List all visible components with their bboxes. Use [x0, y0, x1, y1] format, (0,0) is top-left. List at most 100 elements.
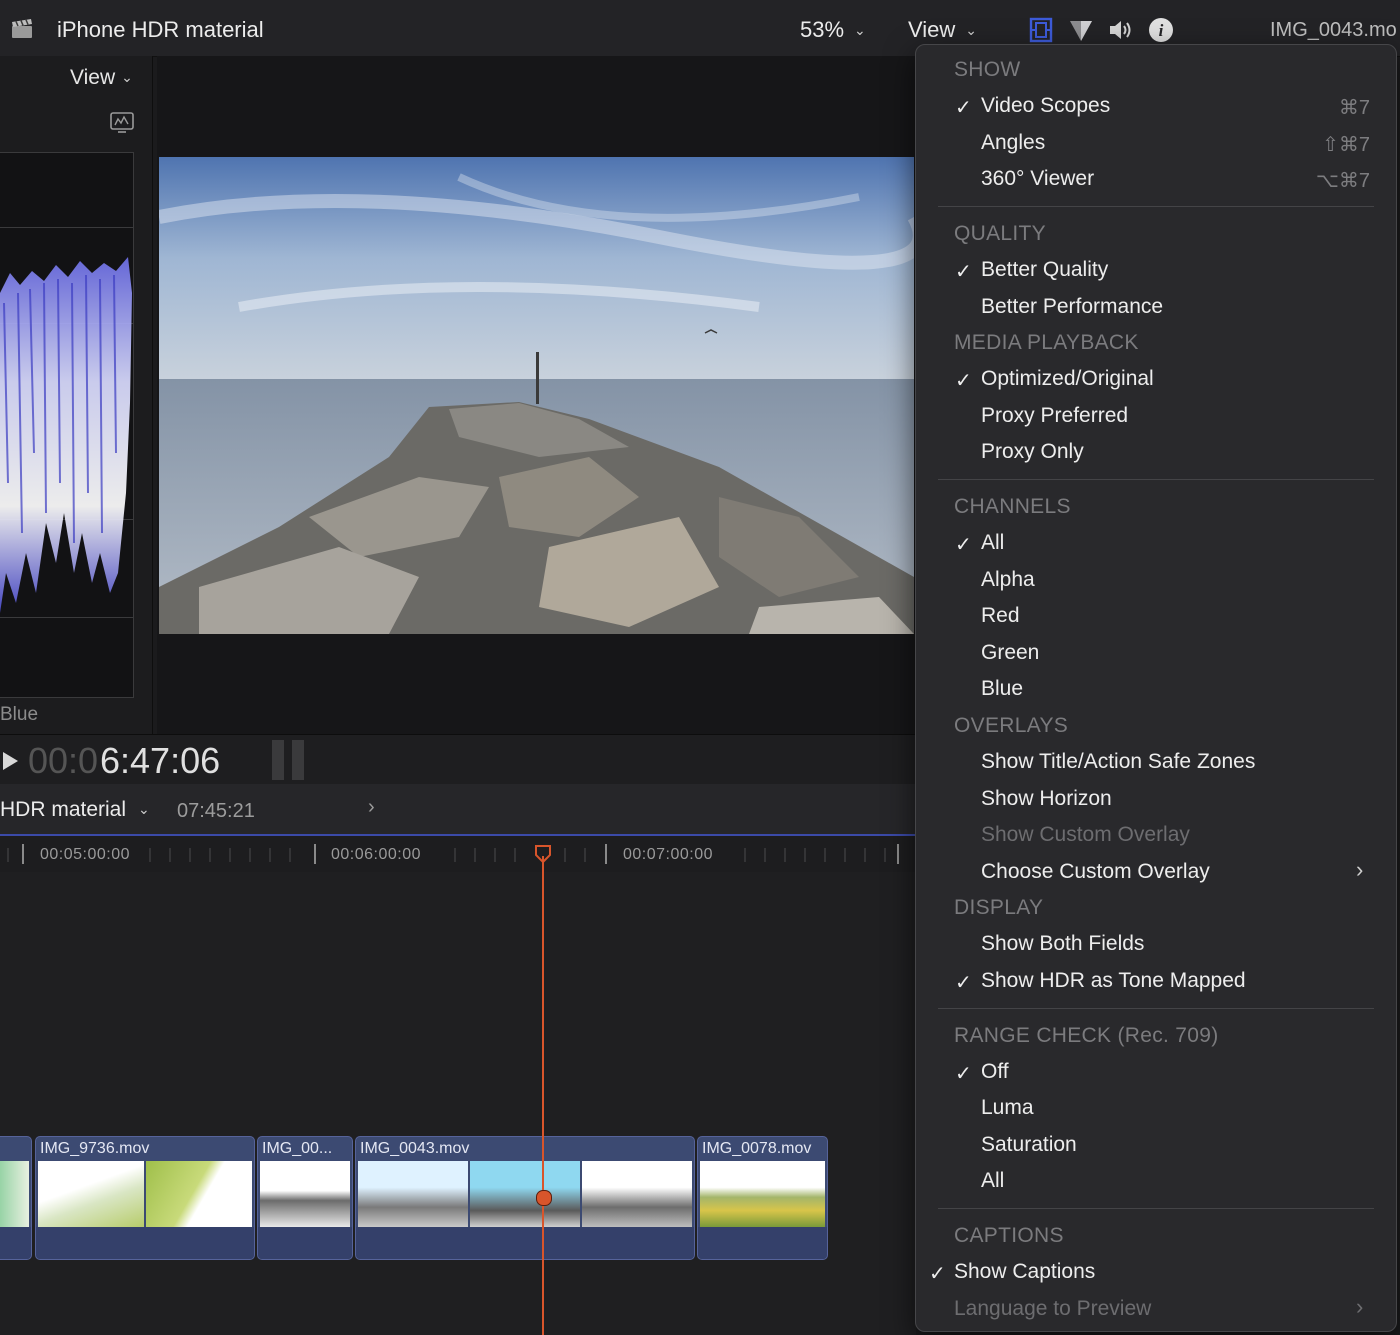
- menu-item-channel-red[interactable]: Red: [981, 604, 1020, 628]
- timeline-clip[interactable]: IMG_9736.mov: [35, 1136, 255, 1260]
- info-icon[interactable]: i: [1148, 17, 1174, 43]
- chevron-down-icon: ⌄: [138, 801, 150, 817]
- timeline-clip[interactable]: [0, 1136, 32, 1260]
- menu-item-hdr-tone-mapped[interactable]: Show HDR as Tone Mapped: [981, 969, 1246, 993]
- menu-item-proxy-only[interactable]: Proxy Only: [981, 440, 1084, 464]
- timeline-duration: 07:45:21: [177, 800, 255, 822]
- menu-section-quality: QUALITY: [954, 222, 1046, 245]
- scope-channel-label: Blue: [0, 704, 39, 725]
- audio-waveform: [356, 1227, 694, 1259]
- timeline-project-menu[interactable]: HDR material ⌄: [0, 798, 150, 822]
- checkmark-icon: ✓: [955, 261, 972, 283]
- clip-thumbnail: [260, 1161, 350, 1227]
- menu-item-better-quality[interactable]: Better Quality: [981, 258, 1108, 282]
- menu-item-proxy-preferred[interactable]: Proxy Preferred: [981, 404, 1128, 428]
- menu-separator: [938, 206, 1374, 207]
- checkmark-icon: ✓: [955, 370, 972, 392]
- menu-item-show-both-fields[interactable]: Show Both Fields: [981, 932, 1144, 956]
- zoom-menu[interactable]: 53% ⌄: [800, 17, 866, 43]
- audio-waveform: [698, 1227, 827, 1259]
- ruler-label: 00:07:00:00: [623, 846, 714, 863]
- menu-item-360-viewer[interactable]: 360° Viewer: [981, 167, 1094, 191]
- jetty-image: [159, 157, 914, 634]
- clapperboard-icon[interactable]: [10, 19, 34, 39]
- menu-section-display: DISPLAY: [954, 896, 1044, 919]
- clip-thumbnails: [38, 1161, 252, 1227]
- chevron-right-icon: ›: [1356, 1294, 1364, 1319]
- menu-item-optimized-original[interactable]: Optimized/Original: [981, 367, 1154, 391]
- clip-name-label: IMG_0043.mo: [1270, 19, 1397, 41]
- clip-name: IMG_9736.mov: [40, 1140, 150, 1157]
- timeline-area[interactable]: [0, 872, 916, 1335]
- clip-thumbnail: [0, 1161, 29, 1227]
- checkmark-icon: ✓: [955, 97, 972, 119]
- chevron-right-icon: ›: [1356, 857, 1364, 882]
- menu-item-range-luma[interactable]: Luma: [981, 1096, 1034, 1120]
- menu-item-show-custom-overlay: Show Custom Overlay: [981, 823, 1190, 846]
- checkmark-icon: ✓: [929, 1263, 946, 1285]
- clip-thumbnails: [260, 1161, 350, 1227]
- chevron-right-icon[interactable]: ›: [368, 796, 375, 819]
- timeline-clip[interactable]: IMG_00...: [257, 1136, 353, 1260]
- menu-section-show: SHOW: [954, 58, 1021, 81]
- menu-separator: [938, 1008, 1374, 1009]
- menu-item-video-scopes[interactable]: Video Scopes: [981, 94, 1110, 118]
- playhead[interactable]: [542, 856, 544, 1335]
- playhead-handle-icon[interactable]: [535, 845, 551, 863]
- menu-item-angles[interactable]: Angles: [981, 131, 1045, 155]
- menu-item-better-performance[interactable]: Better Performance: [981, 295, 1163, 319]
- timecode-display[interactable]: 6:47:06: [100, 740, 220, 782]
- checkmark-icon: ✓: [955, 972, 972, 994]
- chevron-down-icon: ⌄: [121, 69, 133, 85]
- clip-thumbnail: [146, 1161, 252, 1227]
- menu-item-show-horizon[interactable]: Show Horizon: [981, 787, 1112, 811]
- menu-section-captions: CAPTIONS: [954, 1224, 1064, 1247]
- menu-item-range-saturation[interactable]: Saturation: [981, 1133, 1077, 1157]
- scope-settings-icon[interactable]: [110, 112, 134, 134]
- clip-name: IMG_00...: [262, 1140, 333, 1157]
- menu-item-channel-green[interactable]: Green: [981, 641, 1039, 665]
- scope-view-menu[interactable]: View ⌄: [70, 66, 133, 90]
- filmstrip-icon[interactable]: [1028, 17, 1054, 43]
- speaker-icon[interactable]: [1107, 17, 1133, 43]
- viewer-frame[interactable]: [159, 157, 914, 634]
- clip-thumbnails: [358, 1161, 692, 1227]
- timeline-project-name: HDR material: [0, 798, 127, 821]
- timeline-clip[interactable]: IMG_0043.mov: [355, 1136, 695, 1260]
- play-icon[interactable]: [3, 752, 18, 770]
- menu-item-range-all[interactable]: All: [981, 1169, 1004, 1193]
- audio-meter-icon[interactable]: [272, 740, 306, 780]
- scope-view-label: View: [70, 66, 116, 89]
- audio-waveform: [0, 1227, 31, 1259]
- clip-thumbnail: [700, 1161, 825, 1227]
- timeline-clip[interactable]: IMG_0078.mov: [697, 1136, 828, 1260]
- zoom-value: 53%: [800, 17, 845, 42]
- timeline-ruler[interactable]: [0, 836, 916, 872]
- clip-thumbnail: [470, 1161, 580, 1227]
- clip-thumbnails: [0, 1161, 29, 1227]
- color-board-icon[interactable]: [1068, 17, 1094, 43]
- menu-item-range-off[interactable]: Off: [981, 1060, 1009, 1084]
- menu-separator: [938, 479, 1374, 480]
- project-title: iPhone HDR material: [57, 17, 264, 42]
- menu-item-show-captions[interactable]: Show Captions: [954, 1260, 1095, 1284]
- menu-item-channel-alpha[interactable]: Alpha: [981, 568, 1035, 592]
- menu-shortcut: ⌥⌘7: [1315, 170, 1370, 192]
- menu-item-safe-zones[interactable]: Show Title/Action Safe Zones: [981, 750, 1255, 774]
- menu-item-channel-all[interactable]: All: [981, 531, 1004, 555]
- checkmark-icon: ✓: [955, 534, 972, 556]
- clip-thumbnail: [358, 1161, 468, 1227]
- clip-thumbnail: [582, 1161, 692, 1227]
- clip-name: IMG_0043.mov: [360, 1140, 470, 1157]
- view-menu-button[interactable]: View ⌄: [908, 17, 977, 43]
- menu-shortcut: ⇧⌘7: [1322, 134, 1370, 156]
- clip-thumbnails: [700, 1161, 825, 1227]
- menu-item-channel-blue[interactable]: Blue: [981, 677, 1023, 701]
- menu-shortcut: ⌘7: [1338, 97, 1370, 119]
- menu-item-choose-custom-overlay[interactable]: Choose Custom Overlay: [981, 860, 1210, 884]
- chevron-down-icon: ⌄: [965, 22, 978, 38]
- ruler-label: 00:05:00:00: [40, 846, 131, 863]
- menu-separator: [938, 1208, 1374, 1209]
- chevron-down-icon: ⌄: [854, 22, 866, 38]
- menu-item-language-to-preview: Language to Preview: [954, 1297, 1152, 1320]
